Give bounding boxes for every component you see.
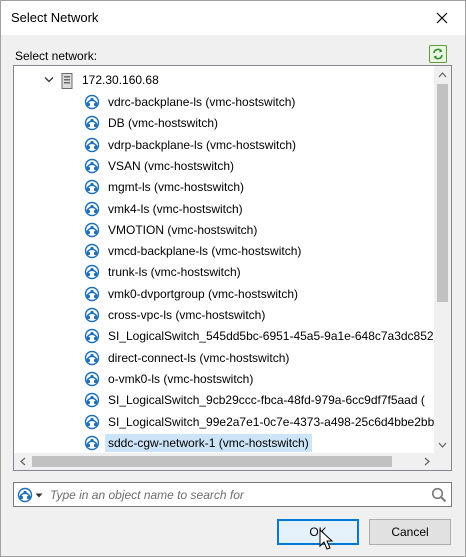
network-icon <box>84 435 100 451</box>
tree-item-label: VSAN (vmc-hostswitch) <box>108 159 235 173</box>
tree-item-label: vdrc-backplane-ls (vmc-hostswitch) <box>108 95 296 109</box>
tree-item-label: SI_LogicalSwitch_545dd5bc-6951-45a5-9a1e… <box>108 329 434 343</box>
network-icon <box>84 222 100 238</box>
tree-item[interactable]: vdrc-backplane-ls (vmc-hostswitch) <box>82 92 298 112</box>
network-icon <box>84 286 100 302</box>
tree-item[interactable]: SI_LogicalSwitch_545dd5bc-6951-45a5-9a1e… <box>82 326 435 346</box>
network-icon <box>84 179 100 195</box>
tree-item[interactable]: vmcd-backplane-ls (vmc-hostswitch) <box>82 241 304 261</box>
title-bar: Select Network <box>1 1 465 35</box>
tree-item[interactable]: SI_LogicalSwitch_99e2a7e1-0c7e-4373-a498… <box>82 412 435 432</box>
search-icon <box>431 487 447 502</box>
network-icon <box>84 264 100 280</box>
horizontal-scrollbar[interactable] <box>14 453 435 470</box>
tree-item-label: vmcd-backplane-ls (vmc-hostswitch) <box>108 244 302 258</box>
tree-viewport: 172.30.160.68 vdrc-backplane-ls (vmc-hos… <box>14 66 435 453</box>
tree-item-label: SI_LogicalSwitch_9cb29ccc-fbca-48fd-979a… <box>108 393 425 407</box>
tree-item[interactable]: VSAN (vmc-hostswitch) <box>82 156 237 176</box>
network-icon <box>84 201 100 217</box>
tree-item[interactable]: vmk0-dvportgroup (vmc-hostswitch) <box>82 284 301 304</box>
host-icon <box>61 73 73 89</box>
network-icon <box>84 94 100 110</box>
tree-root-label: 172.30.160.68 <box>82 73 159 87</box>
scroll-left-arrow[interactable] <box>14 453 31 470</box>
window-title: Select Network <box>11 10 99 25</box>
tree-item-label: SI_LogicalSwitch_99e2a7e1-0c7e-4373-a498… <box>108 415 435 429</box>
tree-item-label: cross-vpc-ls (vmc-hostswitch) <box>108 308 266 322</box>
chevron-down-icon <box>438 442 447 448</box>
network-icon <box>84 243 100 259</box>
network-icon <box>84 158 100 174</box>
network-icon <box>84 392 100 408</box>
horizontal-scroll-thumb[interactable] <box>32 456 392 467</box>
tree-item[interactable]: vmk4-ls (vmc-hostswitch) <box>82 199 246 219</box>
select-network-dialog: Select Network Select network: 172.30.16… <box>0 0 466 557</box>
scroll-up-arrow[interactable] <box>434 66 451 83</box>
caret-down-icon <box>35 493 43 497</box>
tree-item-label: direct-connect-ls (vmc-hostswitch) <box>108 351 290 365</box>
tree-item[interactable]: cross-vpc-ls (vmc-hostswitch) <box>82 305 268 325</box>
close-icon <box>436 12 448 24</box>
network-icon <box>84 371 100 387</box>
network-icon <box>84 350 100 366</box>
scroll-down-arrow[interactable] <box>434 436 451 453</box>
network-icon <box>84 115 100 131</box>
search-box <box>13 482 452 507</box>
tree-item[interactable]: DB (vmc-hostswitch) <box>82 113 221 133</box>
cancel-button-label: Cancel <box>391 525 429 539</box>
refresh-icon <box>433 48 443 60</box>
tree-item-label: sddc-cgw-network-1 (vmc-hostswitch) <box>105 434 312 452</box>
chevron-up-icon <box>438 71 447 77</box>
scrollbar-corner <box>434 453 451 470</box>
object-type-dropdown[interactable] <box>17 486 45 504</box>
tree-item[interactable]: sddc-cgw-network-1 (vmc-hostswitch) <box>82 433 312 453</box>
tree-item-label: VMOTION (vmc-hostswitch) <box>108 223 258 237</box>
network-icon <box>84 307 100 323</box>
search-button[interactable] <box>427 483 451 506</box>
chevron-down-icon[interactable] <box>44 76 54 84</box>
refresh-button[interactable] <box>429 45 447 63</box>
network-tree[interactable]: 172.30.160.68 vdrc-backplane-ls (vmc-hos… <box>13 65 452 471</box>
vertical-scrollbar[interactable] <box>434 66 451 453</box>
tree-root-host[interactable]: 172.30.160.68 <box>14 70 435 90</box>
close-button[interactable] <box>419 1 465 35</box>
tree-item-label: vdrp-backplane-ls (vmc-hostswitch) <box>108 138 297 152</box>
tree-item-label: mgmt-ls (vmc-hostswitch) <box>108 180 245 194</box>
tree-item[interactable]: SI_LogicalSwitch_9cb29ccc-fbca-48fd-979a… <box>82 390 428 410</box>
vertical-scroll-thumb[interactable] <box>437 84 448 302</box>
ok-button[interactable]: OK <box>277 519 359 545</box>
chevron-right-icon <box>424 457 430 466</box>
mouse-pointer-icon <box>319 529 334 550</box>
search-input[interactable] <box>48 485 418 504</box>
cancel-button[interactable]: Cancel <box>369 519 451 545</box>
tree-item[interactable]: vdrp-backplane-ls (vmc-hostswitch) <box>82 135 299 155</box>
tree-item[interactable]: trunk-ls (vmc-hostswitch) <box>82 262 244 282</box>
tree-item-label: o-vmk0-ls (vmc-hostswitch) <box>108 372 254 386</box>
network-icon <box>17 487 33 503</box>
network-icon <box>84 414 100 430</box>
tree-item-label: vmk4-ls (vmc-hostswitch) <box>108 202 243 216</box>
scroll-right-arrow[interactable] <box>418 453 435 470</box>
tree-item[interactable]: o-vmk0-ls (vmc-hostswitch) <box>82 369 256 389</box>
tree-item[interactable]: mgmt-ls (vmc-hostswitch) <box>82 177 247 197</box>
select-network-label: Select network: <box>15 49 98 63</box>
chevron-left-icon <box>19 457 25 466</box>
network-icon <box>84 137 100 153</box>
tree-item-label: trunk-ls (vmc-hostswitch) <box>108 265 241 279</box>
tree-item-label: vmk0-dvportgroup (vmc-hostswitch) <box>108 287 299 301</box>
tree-item[interactable]: VMOTION (vmc-hostswitch) <box>82 220 260 240</box>
tree-item-label: DB (vmc-hostswitch) <box>108 116 219 130</box>
tree-item[interactable]: direct-connect-ls (vmc-hostswitch) <box>82 348 292 368</box>
network-icon <box>84 328 100 344</box>
